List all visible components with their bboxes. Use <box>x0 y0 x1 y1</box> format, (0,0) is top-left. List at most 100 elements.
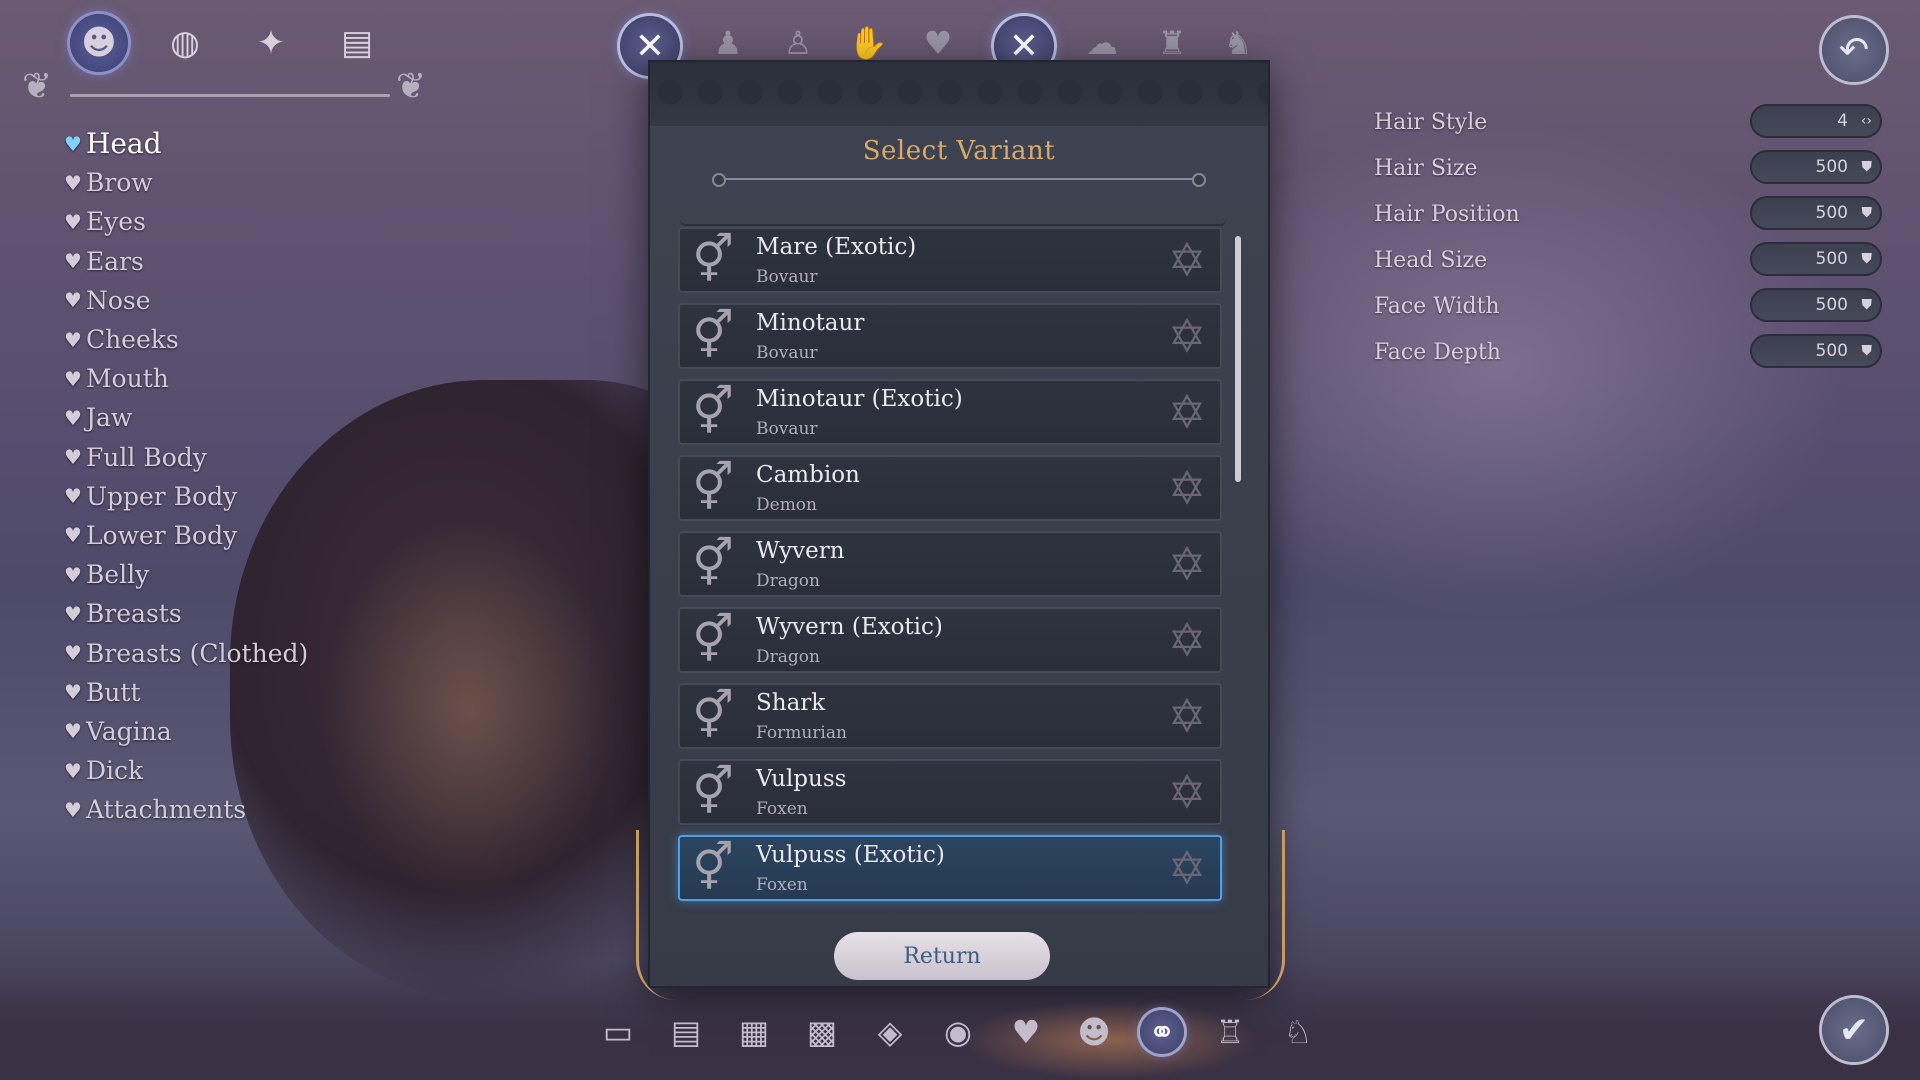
hexagram-star-icon[interactable]: ✡ <box>1160 385 1214 439</box>
bag-group-icon[interactable]: ▩ <box>800 1010 844 1054</box>
dialog-title: Select Variant <box>862 136 1056 166</box>
variant-list-scrollbar[interactable] <box>1235 236 1241 482</box>
bag-palette-icon[interactable]: ◈ <box>868 1010 912 1054</box>
variant-race: Foxen <box>756 799 808 819</box>
variant-item[interactable]: ⚥ Mare (Exotic) Bovaur ✡ <box>678 227 1222 293</box>
body-part-brow[interactable]: ♥ Brow <box>64 163 308 202</box>
hermaphrodite-symbol-icon: ⚥ <box>692 840 734 894</box>
folder-icon[interactable]: ▭ <box>596 1010 640 1054</box>
stat-value-field[interactable]: 500 ⛊ <box>1750 242 1882 276</box>
body-part-upper-body[interactable]: ♥ Upper Body <box>64 477 308 516</box>
hermaphrodite-symbol-icon: ⚥ <box>692 308 734 362</box>
hexagram-star-icon[interactable]: ✡ <box>1160 309 1214 363</box>
body-part-label: Attachments <box>85 795 247 825</box>
sparkles-icon[interactable]: ✦ <box>242 14 300 72</box>
globe-icon[interactable]: ◍ <box>156 14 214 72</box>
variant-name: Cambion <box>756 462 860 488</box>
body-part-full-body[interactable]: ♥ Full Body <box>64 438 308 477</box>
shield-icon[interactable]: ⛊ <box>1862 242 1873 276</box>
heart-icon: ♥ <box>64 327 82 352</box>
hexagram-star-icon[interactable]: ✡ <box>1160 689 1214 743</box>
list-top-edge <box>680 214 1226 226</box>
heart-icon: ♥ <box>64 405 82 430</box>
heart-icon: ♥ <box>64 601 82 626</box>
body-part-butt[interactable]: ♥ Butt <box>64 673 308 712</box>
dialog-lace-trim <box>650 62 1268 126</box>
body-part-attachments[interactable]: ♥ Attachments <box>64 790 308 829</box>
shield-icon[interactable]: ⛊ <box>1862 196 1873 230</box>
hexagram-star-icon[interactable]: ✡ <box>1160 613 1214 667</box>
stat-value: 500 <box>1815 157 1848 177</box>
variant-name: Shark <box>756 690 826 716</box>
stat-value: 500 <box>1815 203 1848 223</box>
stat-value: 500 <box>1815 295 1848 315</box>
body-part-jaw[interactable]: ♥ Jaw <box>64 398 308 437</box>
shield-icon[interactable]: ⛊ <box>1862 288 1873 322</box>
hexagram-star-icon[interactable]: ✡ <box>1160 765 1214 819</box>
heart-icon[interactable]: ♥ <box>1004 1010 1048 1054</box>
heart-icon: ♥ <box>64 758 82 783</box>
variant-item[interactable]: ⚥ Minotaur Bovaur ✡ <box>678 303 1222 369</box>
link-icon[interactable]: ⚭ <box>1140 1010 1184 1054</box>
body-part-ears[interactable]: ♥ Ears <box>64 242 308 281</box>
heart-icon: ♥ <box>64 797 82 822</box>
bag-globe-icon[interactable]: ◉ <box>936 1010 980 1054</box>
variant-name: Wyvern (Exotic) <box>756 614 943 640</box>
confirm-button[interactable]: ✔ <box>1822 998 1886 1062</box>
variant-race: Bovaur <box>756 267 818 287</box>
body-part-nose[interactable]: ♥ Nose <box>64 281 308 320</box>
stat-label: Face Depth <box>1374 340 1501 365</box>
head-mask-icon[interactable]: ☻ <box>70 14 128 72</box>
shield-icon[interactable]: ⛊ <box>1862 334 1873 368</box>
variant-item[interactable]: ⚥ Minotaur (Exotic) Bovaur ✡ <box>678 379 1222 445</box>
stat-value-field[interactable]: 500 ⛊ <box>1750 196 1882 230</box>
variant-item[interactable]: ⚥ Wyvern (Exotic) Dragon ✡ <box>678 607 1222 673</box>
body-part-label: Belly <box>85 560 150 590</box>
body-part-head[interactable]: ♥ Head <box>64 124 308 163</box>
gold-frame-right <box>1232 830 1285 1000</box>
hexagram-star-icon[interactable]: ✡ <box>1160 841 1214 895</box>
variant-race: Bovaur <box>756 419 818 439</box>
body-part-label: Ears <box>85 246 144 276</box>
list-icon[interactable]: ▤ <box>664 1010 708 1054</box>
variant-item[interactable]: ⚥ Vulpuss Foxen ✡ <box>678 759 1222 825</box>
variant-race: Dragon <box>756 647 820 667</box>
undo-button[interactable]: ↶ <box>1822 18 1886 82</box>
left-right-arrows-icon[interactable]: ‹› <box>1861 104 1872 138</box>
standing-figure-icon[interactable]: ♖ <box>1208 1010 1252 1054</box>
variant-name: Vulpuss (Exotic) <box>756 842 945 868</box>
body-part-belly[interactable]: ♥ Belly <box>64 555 308 594</box>
return-button[interactable]: Return <box>834 932 1050 980</box>
stat-row-hair-size: Hair Size 500 ⛊ <box>1374 150 1884 196</box>
variant-item[interactable]: ⚥ Shark Formurian ✡ <box>678 683 1222 749</box>
body-part-breasts[interactable]: ♥ Breasts <box>64 594 308 633</box>
variant-item[interactable]: ⚥ Wyvern Dragon ✡ <box>678 531 1222 597</box>
variant-race: Demon <box>756 495 817 515</box>
stat-value-field[interactable]: 500 ⛊ <box>1750 288 1882 322</box>
body-part-label: Dick <box>85 756 144 786</box>
body-part-breasts-clothed[interactable]: ♥ Breasts (Clothed) <box>64 633 308 672</box>
running-figure-icon[interactable]: ♘ <box>1276 1010 1320 1054</box>
body-part-eyes[interactable]: ♥ Eyes <box>64 202 308 241</box>
stat-value-field[interactable]: 500 ⛊ <box>1750 150 1882 184</box>
body-part-mouth[interactable]: ♥ Mouth <box>64 359 308 398</box>
body-part-dick[interactable]: ♥ Dick <box>64 751 308 790</box>
variant-item[interactable]: ⚥ Cambion Demon ✡ <box>678 455 1222 521</box>
body-part-cheeks[interactable]: ♥ Cheeks <box>64 320 308 359</box>
stat-value-field[interactable]: 500 ⛊ <box>1750 334 1882 368</box>
body-part-vagina[interactable]: ♥ Vagina <box>64 712 308 751</box>
variant-race: Bovaur <box>756 343 818 363</box>
stat-row-hair-style: Hair Style 4 ‹› <box>1374 104 1884 150</box>
stat-value-field[interactable]: 4 ‹› <box>1750 104 1882 138</box>
mask-icon[interactable]: ☻ <box>1072 1010 1116 1054</box>
hexagram-star-icon[interactable]: ✡ <box>1160 537 1214 591</box>
variant-item[interactable]: ⚥ Vulpuss (Exotic) Foxen ✡ <box>678 835 1222 901</box>
heart-icon: ♥ <box>64 249 82 274</box>
hexagram-star-icon[interactable]: ✡ <box>1160 461 1214 515</box>
shield-icon[interactable]: ⛊ <box>1862 150 1873 184</box>
folder-list-icon[interactable]: ▦ <box>732 1010 776 1054</box>
body-part-lower-body[interactable]: ♥ Lower Body <box>64 516 308 555</box>
heart-icon: ♥ <box>64 484 82 509</box>
notes-icon[interactable]: ▤ <box>328 14 386 72</box>
hexagram-star-icon[interactable]: ✡ <box>1160 233 1214 287</box>
